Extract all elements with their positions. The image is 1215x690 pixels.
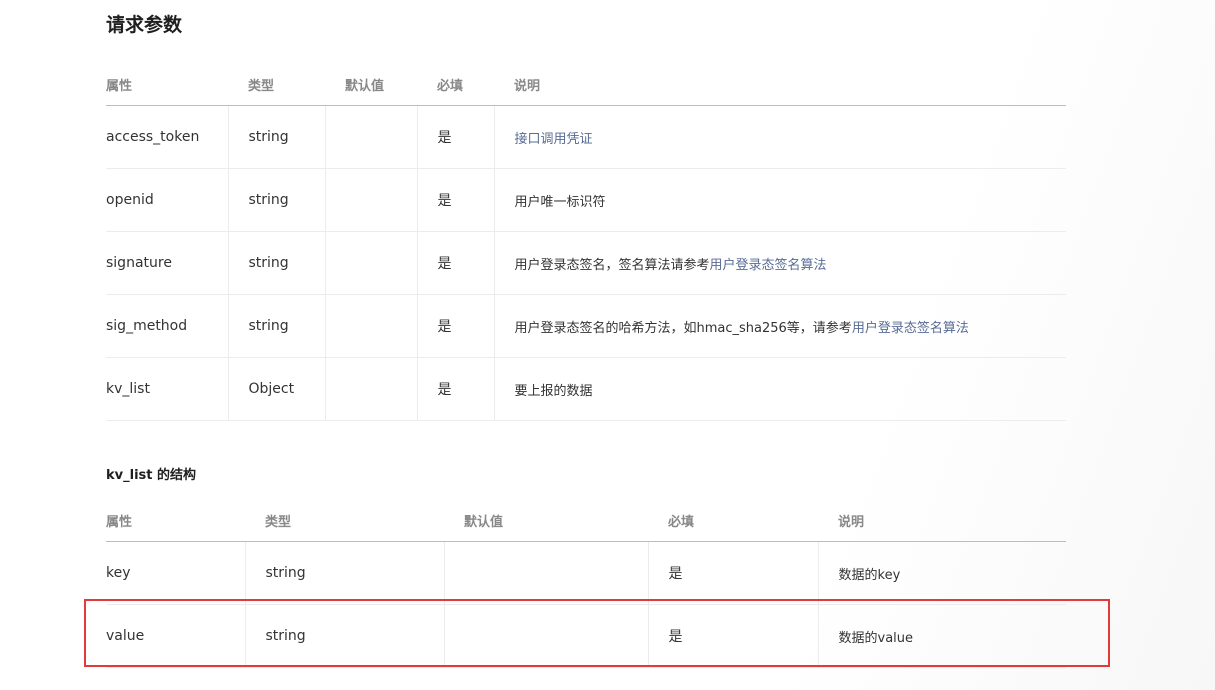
param-required: 是 [416, 231, 494, 295]
description-text: 要上报的数据 [514, 383, 593, 399]
section-title: 请求参数 [106, 14, 183, 36]
header-description: 说明 [494, 63, 1066, 106]
table-header-row: 属性 类型 默认值 必填 说明 [106, 499, 1066, 542]
param-name: value [106, 604, 245, 668]
header-attribute: 属性 [106, 499, 245, 542]
header-attribute: 属性 [106, 63, 228, 106]
param-default [443, 604, 648, 668]
param-name: kv_list [106, 357, 228, 421]
signature-algorithm-link[interactable]: 用户登录态签名算法 [710, 258, 827, 273]
param-required: 是 [416, 294, 494, 358]
header-default: 默认值 [325, 63, 417, 106]
param-name: openid [106, 168, 228, 232]
param-type: string [227, 168, 325, 232]
param-type: string [227, 294, 325, 358]
description-text: 用户唯一标识符 [514, 194, 606, 210]
description-text: 用户登录态签名，签名算法请参考 [514, 257, 710, 273]
param-type: string [244, 541, 444, 605]
param-default [324, 357, 417, 421]
param-default [324, 168, 417, 232]
table-row: signature string 是 用户登录态签名，签名算法请参考用户登录态签… [106, 231, 1066, 295]
param-type: Object [227, 357, 325, 421]
table-row: key string 是 数据的key [106, 541, 1066, 605]
param-required: 是 [647, 541, 818, 605]
param-description: 用户唯一标识符 [493, 168, 1066, 232]
table-row: value string 是 数据的value [106, 604, 1066, 668]
header-required: 必填 [648, 499, 818, 542]
param-required: 是 [416, 105, 494, 169]
access-token-doc-link[interactable]: 接口调用凭证 [515, 132, 593, 147]
param-description: 用户登录态签名，签名算法请参考用户登录态签名算法 [493, 231, 1066, 295]
header-required: 必填 [417, 63, 494, 106]
param-description: 用户登录态签名的哈希方法，如hmac_sha256等，请参考用户登录态签名算法 [493, 294, 1066, 358]
param-default [324, 231, 417, 295]
param-type: string [227, 231, 325, 295]
param-required: 是 [416, 357, 494, 421]
kv-list-structure-table: 属性 类型 默认值 必填 说明 key string 是 数据的key valu… [106, 499, 1066, 668]
param-type: string [227, 105, 325, 169]
param-type: string [244, 604, 444, 668]
param-default [443, 541, 648, 605]
param-description: 数据的value [817, 604, 1066, 668]
param-description: 要上报的数据 [493, 357, 1066, 421]
kv-list-structure-title: kv_list 的结构 [106, 468, 197, 483]
param-description: 接口调用凭证 [493, 105, 1066, 169]
header-default: 默认值 [444, 499, 648, 542]
table-row: access_token string 是 接口调用凭证 [106, 105, 1066, 169]
param-default [324, 294, 417, 358]
header-description: 说明 [818, 499, 1066, 542]
description-text: 用户登录态签名的哈希方法，如hmac_sha256等，请参考 [514, 320, 852, 336]
table-row: kv_list Object 是 要上报的数据 [106, 357, 1066, 421]
param-name: signature [106, 231, 228, 295]
signature-algorithm-link[interactable]: 用户登录态签名算法 [852, 321, 969, 336]
header-type: 类型 [245, 499, 444, 542]
header-type: 类型 [228, 63, 325, 106]
param-name: key [106, 541, 245, 605]
request-params-table: 属性 类型 默认值 必填 说明 access_token string 是 接口… [106, 63, 1066, 421]
table-row: sig_method string 是 用户登录态签名的哈希方法，如hmac_s… [106, 294, 1066, 358]
param-name: access_token [106, 105, 228, 169]
table-header-row: 属性 类型 默认值 必填 说明 [106, 63, 1066, 106]
param-required: 是 [647, 604, 818, 668]
param-required: 是 [416, 168, 494, 232]
param-name: sig_method [106, 294, 228, 358]
param-default [324, 105, 417, 169]
param-description: 数据的key [817, 541, 1066, 605]
table-row: openid string 是 用户唯一标识符 [106, 168, 1066, 232]
